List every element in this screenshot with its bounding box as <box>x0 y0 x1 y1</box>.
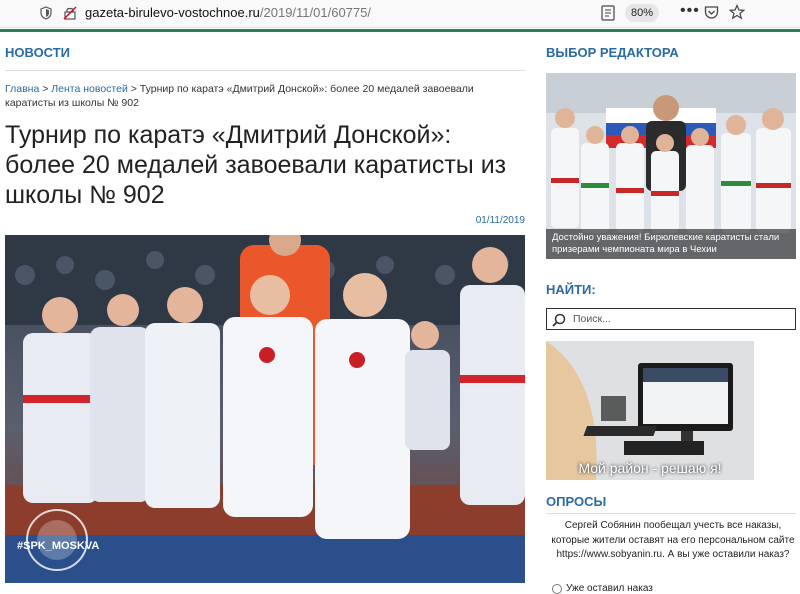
poll-option-label: Уже оставил наказ <box>566 583 653 594</box>
poll-option[interactable]: Уже оставил наказ <box>552 583 653 594</box>
site-top-border <box>0 29 800 32</box>
address-bar[interactable]: gazeta-birulevo-vostochnoe.ru/2019/11/01… <box>85 5 371 20</box>
editors-choice-title[interactable]: ВЫБОР РЕДАКТОРА <box>546 45 679 60</box>
breadcrumb: Главна > Лента новостей > Турнир по кара… <box>5 82 525 110</box>
page-actions-menu-icon[interactable]: ••• <box>680 2 700 20</box>
insecure-lock-icon[interactable] <box>63 6 77 20</box>
browser-toolbar: gazeta-birulevo-vostochnoe.ru/2019/11/01… <box>0 0 800 28</box>
search-box[interactable] <box>546 308 796 330</box>
tracking-shield-icon[interactable] <box>40 6 52 20</box>
divider <box>546 513 796 514</box>
search-title: НАЙТИ: <box>546 282 596 297</box>
url-domain: gazeta-birulevo-vostochnoe.ru <box>85 5 260 20</box>
pocket-icon[interactable] <box>704 5 719 20</box>
breadcrumb-separator: > <box>127 83 140 95</box>
editors-choice-caption[interactable]: Достойно уважения! Бирюлевские каратисты… <box>546 229 796 259</box>
divider <box>5 70 525 71</box>
article-photo: #SPK_MOSKVA <box>5 235 525 583</box>
breadcrumb-separator: > <box>39 83 52 95</box>
reader-view-icon[interactable] <box>601 5 615 21</box>
search-icon <box>552 313 566 327</box>
section-title[interactable]: НОВОСТИ <box>5 45 70 60</box>
breadcrumb-home-link[interactable]: Главна <box>5 83 39 95</box>
article-title: Турнир по каратэ «Дмитрий Донской»: боле… <box>5 121 507 209</box>
polls-title: ОПРОСЫ <box>546 494 607 509</box>
breadcrumb-feed-link[interactable]: Лента новостей <box>51 83 128 95</box>
editors-choice-card[interactable]: Достойно уважения! Бирюлевские каратисты… <box>546 73 796 259</box>
banner-text: Мой район - решаю я! <box>578 460 722 476</box>
photo-watermark: #SPK_MOSKVA <box>17 540 99 552</box>
search-input[interactable] <box>573 311 788 327</box>
poll-radio[interactable] <box>552 583 562 594</box>
poll-question: Сергей Собянин пообещал учесть все наказ… <box>551 520 795 560</box>
zoom-level-button[interactable]: 80% <box>625 4 659 22</box>
my-district-banner[interactable]: Мой район - решаю я! <box>546 341 754 480</box>
url-path: /2019/11/01/60775/ <box>259 5 371 20</box>
bookmark-star-icon[interactable] <box>729 4 745 20</box>
article-date: 01/11/2019 <box>475 215 525 226</box>
